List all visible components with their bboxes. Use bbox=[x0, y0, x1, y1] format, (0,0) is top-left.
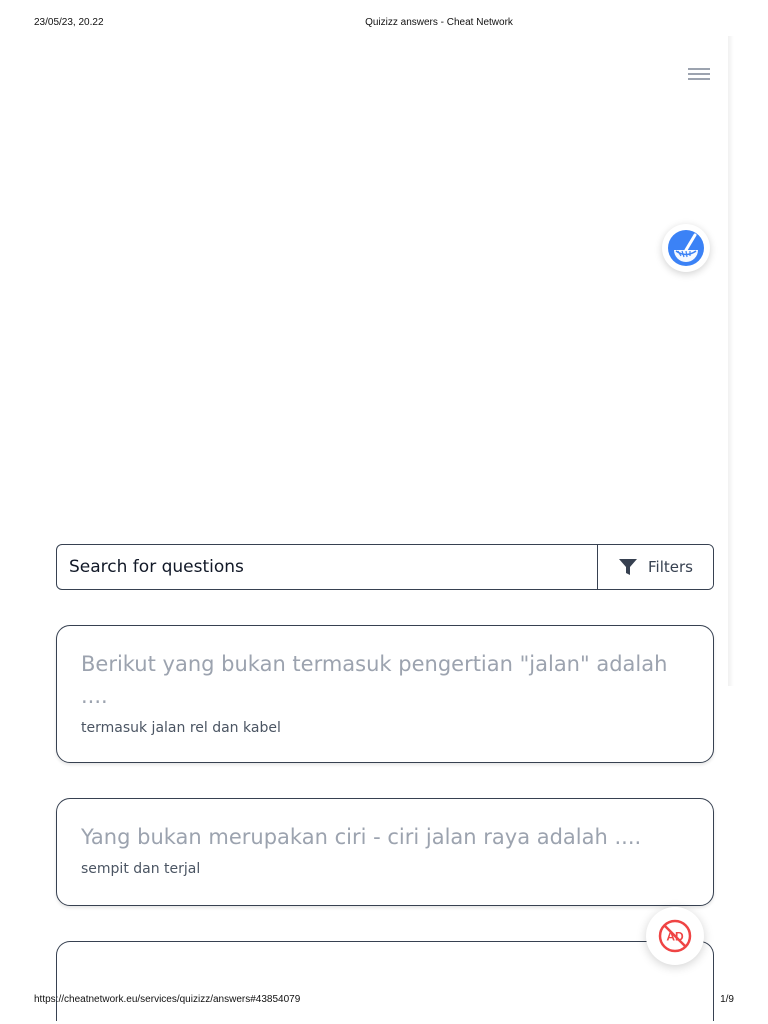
funnel-icon bbox=[619, 559, 638, 575]
print-header: 23/05/23, 20.22 Quizizz answers - Cheat … bbox=[0, 17, 768, 31]
question-text: Yang bukan merupakan ciri - ciri jalan r… bbox=[81, 825, 642, 849]
print-title-text: Quizizz answers - Cheat Network bbox=[365, 17, 513, 28]
ad-block-button[interactable]: AD bbox=[646, 907, 704, 965]
question-card[interactable]: Berikut yang bukan termasuk pengertian "… bbox=[56, 625, 714, 763]
question-text: Berikut yang bukan termasuk pengertian "… bbox=[81, 652, 668, 708]
hamburger-line bbox=[688, 68, 710, 70]
answer-text: termasuk jalan rel dan kabel bbox=[81, 720, 281, 736]
ad-block-icon: AD bbox=[658, 919, 692, 953]
hamburger-icon[interactable] bbox=[688, 66, 712, 82]
hamburger-line bbox=[688, 78, 710, 80]
print-title: Quizizz answers - Cheat Network bbox=[0, 17, 768, 28]
print-page-number: 1/9 bbox=[720, 994, 734, 1005]
broom-icon bbox=[668, 230, 704, 266]
page-edge-shadow bbox=[728, 36, 734, 686]
answer-text: sempit dan terjal bbox=[81, 861, 201, 877]
print-footer: https://cheatnetwork.eu/services/quizizz… bbox=[0, 994, 768, 1008]
broom-button[interactable] bbox=[662, 224, 710, 272]
search-input[interactable] bbox=[57, 545, 597, 589]
filters-label: Filters bbox=[648, 558, 693, 576]
question-card[interactable] bbox=[56, 941, 714, 1021]
question-card[interactable]: Yang bukan merupakan ciri - ciri jalan r… bbox=[56, 798, 714, 906]
hamburger-line bbox=[688, 73, 710, 75]
search-bar: Filters bbox=[56, 544, 714, 590]
filters-button[interactable]: Filters bbox=[597, 545, 713, 589]
ad-label: AD bbox=[666, 930, 684, 944]
print-url: https://cheatnetwork.eu/services/quizizz… bbox=[34, 994, 301, 1005]
